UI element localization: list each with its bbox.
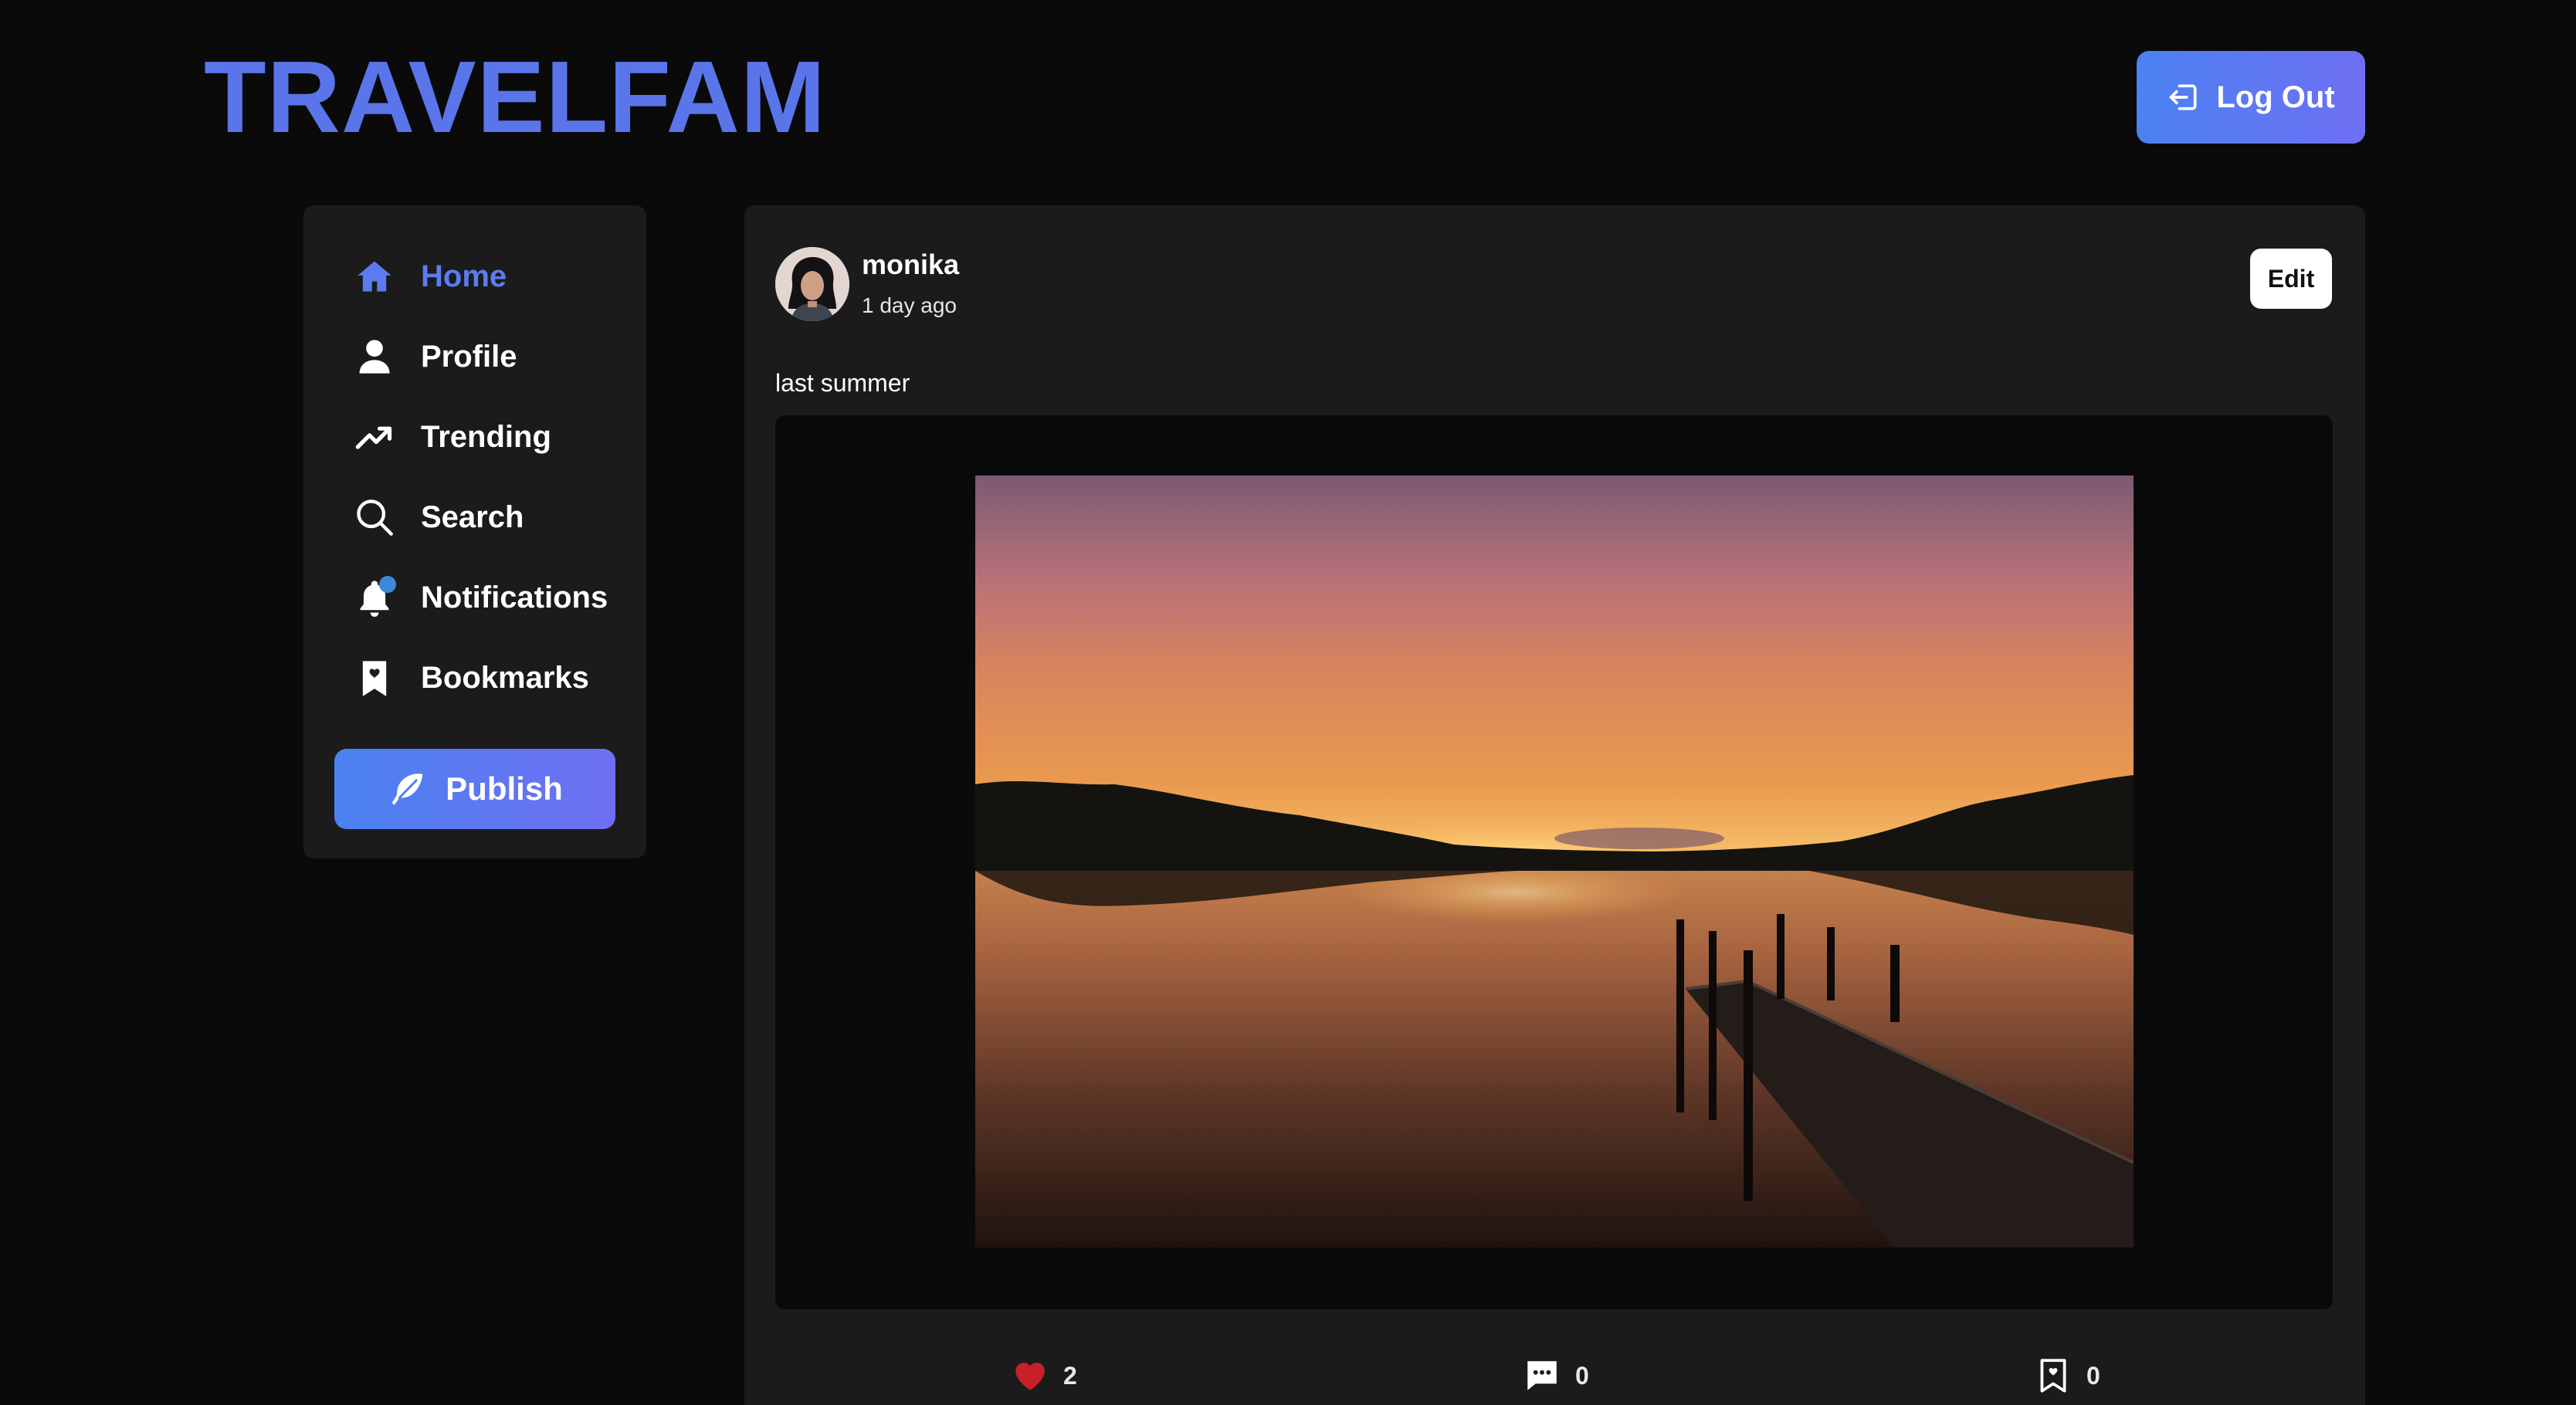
logout-icon [2170, 84, 2197, 110]
home-icon [351, 253, 398, 300]
post-media-frame [775, 415, 2333, 1309]
sidebar-item-label: Profile [421, 339, 517, 374]
bell-icon [351, 574, 398, 621]
logout-label: Log Out [2216, 80, 2335, 114]
sidebar-item-trending[interactable]: Trending [351, 409, 551, 465]
sidebar-item-label: Search [421, 499, 524, 534]
post-card: monika 1 day ago Edit last summer 2 0 0 [744, 205, 2365, 1405]
notification-dot [379, 576, 396, 593]
feather-icon [391, 774, 423, 805]
bookmark-outline-icon [2040, 1359, 2066, 1393]
bookmark-button[interactable]: 0 [2034, 1345, 2100, 1405]
post-caption: last summer [775, 369, 910, 397]
sidebar-item-notifications[interactable]: Notifications [351, 570, 608, 625]
like-count: 2 [1063, 1361, 1077, 1390]
publish-button[interactable]: Publish [334, 749, 615, 829]
post-image[interactable] [975, 476, 2134, 1248]
sidebar-item-search[interactable]: Search [351, 489, 524, 545]
post-username[interactable]: monika [862, 249, 959, 281]
like-button[interactable]: 2 [1011, 1345, 1077, 1405]
trending-icon [351, 414, 398, 460]
avatar[interactable] [775, 247, 849, 321]
sidebar-item-home[interactable]: Home [351, 249, 507, 304]
search-icon [351, 494, 398, 540]
publish-label: Publish [446, 770, 563, 807]
app-logo[interactable]: TRAVELFAM [204, 43, 826, 151]
comment-count: 0 [1575, 1361, 1589, 1390]
page: TRAVELFAM Log Out Home Profile Trending … [0, 0, 2576, 1405]
post-timestamp: 1 day ago [862, 293, 957, 317]
comment-button[interactable]: 0 [1523, 1345, 1589, 1405]
sidebar-item-label: Trending [421, 419, 551, 454]
sidebar-item-label: Home [421, 259, 507, 293]
post-actions: 2 0 0 [744, 1345, 2365, 1405]
heart-icon [1015, 1363, 1045, 1390]
bookmark-icon [351, 655, 398, 701]
user-icon [351, 333, 398, 380]
sidebar: Home Profile Trending Search Notificatio… [303, 205, 646, 858]
sidebar-item-profile[interactable]: Profile [351, 329, 517, 384]
sidebar-item-bookmarks[interactable]: Bookmarks [351, 650, 589, 706]
logout-button[interactable]: Log Out [2137, 51, 2365, 144]
comment-icon [1527, 1361, 1557, 1390]
sidebar-item-label: Bookmarks [421, 660, 589, 695]
bookmark-count: 0 [2086, 1361, 2100, 1390]
edit-button[interactable]: Edit [2250, 249, 2332, 309]
sidebar-item-label: Notifications [421, 580, 608, 614]
